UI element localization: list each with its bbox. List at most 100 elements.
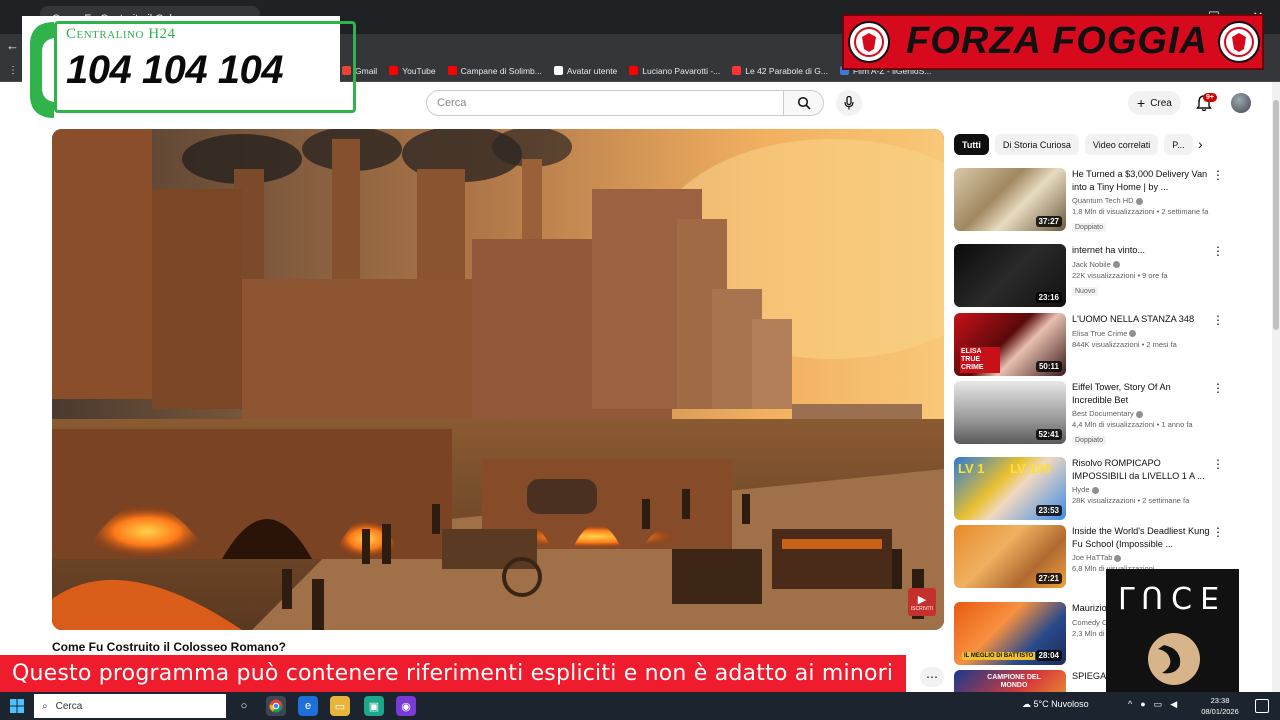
channel-name[interactable]: Elisa True Crime — [1072, 329, 1127, 338]
create-label: Crea — [1150, 97, 1172, 109]
filter-chips: Tutti Di Storia Curiosa Video correlati P..… — [954, 134, 1193, 155]
notification-badge: 9+ — [1203, 93, 1217, 102]
search-button[interactable] — [784, 90, 824, 116]
phone-overlay: Centralino H24 104 104 104 — [22, 16, 356, 120]
recommendation-info: L'UOMO NELLA STANZA 348 Elisa True Crime 8… — [1072, 313, 1210, 349]
bookmark-item[interactable]: Avatar utente — [553, 66, 617, 76]
channel-row: Joe HaTTab — [1072, 553, 1210, 562]
video-duration: 23:53 — [1035, 505, 1062, 516]
more-options-icon[interactable]: ⋮ — [1212, 381, 1224, 395]
video-thumbnail[interactable]: 37:27 — [954, 168, 1066, 231]
thumbnail-text: ELISA TRUE CRIME — [960, 347, 1000, 373]
verified-check-icon — [1135, 197, 1143, 205]
bookmark-item[interactable]: YouTube — [389, 66, 436, 76]
notification-center-icon[interactable] — [1255, 699, 1269, 713]
voice-search-button[interactable] — [836, 90, 862, 116]
recommendation-item[interactable]: 52:41 Eiffel Tower, Story Of An Incredibl… — [954, 381, 1254, 445]
search-icon — [797, 96, 811, 110]
thumbnail-text: CAMPIONE DEL MONDO — [987, 674, 1041, 689]
recommendation-item[interactable]: 37:27 He Turned a $3,000 Delivery Van int… — [954, 168, 1254, 232]
cloud-icon: ☁ — [1022, 699, 1031, 709]
bookmark-item[interactable]: Campane di Solimb... — [447, 66, 542, 76]
more-options-icon[interactable]: ⋮ — [1212, 244, 1224, 258]
app-icon[interactable]: ▣ — [364, 696, 384, 716]
video-thumbnail[interactable]: 23:16 — [954, 244, 1066, 307]
video-thumbnail[interactable]: 23:53 LV 1 LV 100 — [954, 457, 1066, 520]
video-thumbnail[interactable]: 52:41 — [954, 381, 1066, 444]
channel-name[interactable]: Joe HaTTab — [1072, 553, 1112, 562]
play-icon: ▶ — [917, 593, 927, 606]
more-options-icon[interactable]: ⋮ — [1212, 525, 1224, 539]
video-stats: 1,8 Mln di visualizzazioni • 2 settimane… — [1072, 207, 1209, 216]
search-placeholder: Cerca — [437, 97, 467, 109]
recommendation-title[interactable]: L'UOMO NELLA STANZA 348 — [1072, 313, 1210, 326]
more-options-icon[interactable]: ⋮ — [1212, 313, 1224, 327]
back-icon[interactable]: ← — [6, 38, 19, 53]
weather-text: 5°C Nuvoloso — [1033, 699, 1089, 709]
recommendation-item[interactable]: 50:11 ELISA TRUE CRIME L'UOMO NELLA STANZA… — [954, 313, 1254, 377]
luce-logo: LUCE — [1106, 569, 1239, 693]
recommendation-title[interactable]: Risolvo ROMPICAPO IMPOSSIBILI da LIVELLO… — [1072, 457, 1210, 482]
more-options-icon[interactable]: ⋮ — [1212, 168, 1224, 182]
video-thumbnail[interactable]: 50:11 ELISA TRUE CRIME — [954, 313, 1066, 376]
system-tray: ^ ● ▭ ◀ — [1128, 699, 1177, 710]
channel-name[interactable]: Best Documentary — [1072, 409, 1134, 418]
task-view-icon[interactable]: ○ — [234, 696, 254, 716]
recommendation-title[interactable]: Inside the World's Deadliest Kung Fu Sch… — [1072, 525, 1210, 550]
create-button[interactable]: + Crea — [1128, 91, 1181, 115]
video-title: Come Fu Costruito il Colosseo Romano? — [52, 640, 287, 654]
channel-row: Quantum Tech HD — [1072, 196, 1210, 205]
recommendation-info: Risolvo ROMPICAPO IMPOSSIBILI da LIVELLO… — [1072, 457, 1210, 505]
thumbnail-text: LV 100 — [1010, 461, 1051, 476]
phone-handset-icon — [30, 22, 54, 118]
channel-name[interactable]: Jack Nobile — [1072, 260, 1111, 269]
video-duration: 52:41 — [1035, 429, 1062, 440]
scrollbar-thumb[interactable] — [1273, 100, 1279, 330]
recommendation-title[interactable]: internet ha vinto... — [1072, 244, 1210, 257]
chevron-up-icon[interactable]: ^ — [1128, 699, 1132, 710]
recommendation-title[interactable]: He Turned a $3,000 Delivery Van into a T… — [1072, 168, 1210, 193]
channel-name[interactable]: Hyde — [1072, 485, 1090, 494]
plus-icon: + — [1137, 95, 1146, 111]
windows-start-icon[interactable] — [10, 699, 24, 713]
verified-check-icon — [1129, 330, 1137, 338]
filter-chip[interactable]: Di Storia Curiosa — [994, 134, 1079, 155]
bookmark-favicon-icon — [553, 66, 563, 75]
more-options-icon[interactable]: ⋮ — [1212, 457, 1224, 471]
filter-chip[interactable]: P... — [1164, 134, 1193, 155]
recommendation-title[interactable]: Eiffel Tower, Story Of An Incredible Bet — [1072, 381, 1210, 406]
chrome-icon[interactable] — [266, 696, 286, 716]
page-scrollbar[interactable] — [1272, 82, 1280, 692]
bookmark-item[interactable]: Le 42 Parabole di G... — [732, 66, 828, 76]
channel-row: Hyde — [1072, 485, 1210, 494]
recommendation-item[interactable]: 23:16 internet ha vinto... Jack Nobile 22K … — [954, 244, 1254, 308]
taskbar-search[interactable]: ⌕ Cerca — [34, 694, 226, 718]
edge-icon[interactable]: e — [298, 696, 318, 716]
file-explorer-icon[interactable]: ▭ — [330, 696, 350, 716]
recommendation-item[interactable]: 23:53 LV 1 LV 100 Risolvo ROMPICAPO IMPOSSI… — [954, 457, 1254, 521]
bookmark-label: Gmail — [355, 65, 378, 76]
search-input[interactable]: Cerca — [426, 90, 784, 116]
microphone-icon — [844, 96, 854, 110]
chevron-right-icon[interactable]: › — [1198, 136, 1203, 152]
video-player[interactable] — [52, 129, 944, 630]
avatar[interactable] — [1231, 93, 1251, 113]
video-duration: 50:11 — [1035, 361, 1062, 372]
microphone-icon[interactable]: ● — [1140, 699, 1145, 710]
video-thumbnail[interactable]: 27:21 — [954, 525, 1066, 588]
taskbar-clock[interactable]: 23:38 08/01/2026 — [1200, 695, 1240, 717]
subscribe-watermark[interactable]: ▶ ISCRIVITI — [908, 588, 936, 616]
recommendation-info: Inside the World's Deadliest Kung Fu Sch… — [1072, 525, 1210, 573]
video-thumbnail[interactable]: 28:04 IL MEGLIO DI BATTISTO — [954, 602, 1066, 665]
filter-chip[interactable]: Video correlati — [1084, 134, 1159, 155]
battery-icon[interactable]: ▭ — [1154, 699, 1163, 710]
weather-widget[interactable]: ☁ 5°C Nuvoloso — [1022, 699, 1089, 710]
volume-icon[interactable]: ◀ — [1170, 699, 1177, 710]
more-actions-icon[interactable]: ⋯ — [920, 667, 944, 687]
recommendation-info: He Turned a $3,000 Delivery Van into a T… — [1072, 168, 1210, 234]
obs-icon[interactable]: ◉ — [396, 696, 416, 716]
bookmark-favicon-icon — [629, 66, 639, 75]
bookmark-item[interactable]: Luciano Pavarotti -... — [629, 66, 720, 76]
channel-name[interactable]: Quantum Tech HD — [1072, 196, 1134, 205]
filter-chip[interactable]: Tutti — [954, 134, 989, 155]
